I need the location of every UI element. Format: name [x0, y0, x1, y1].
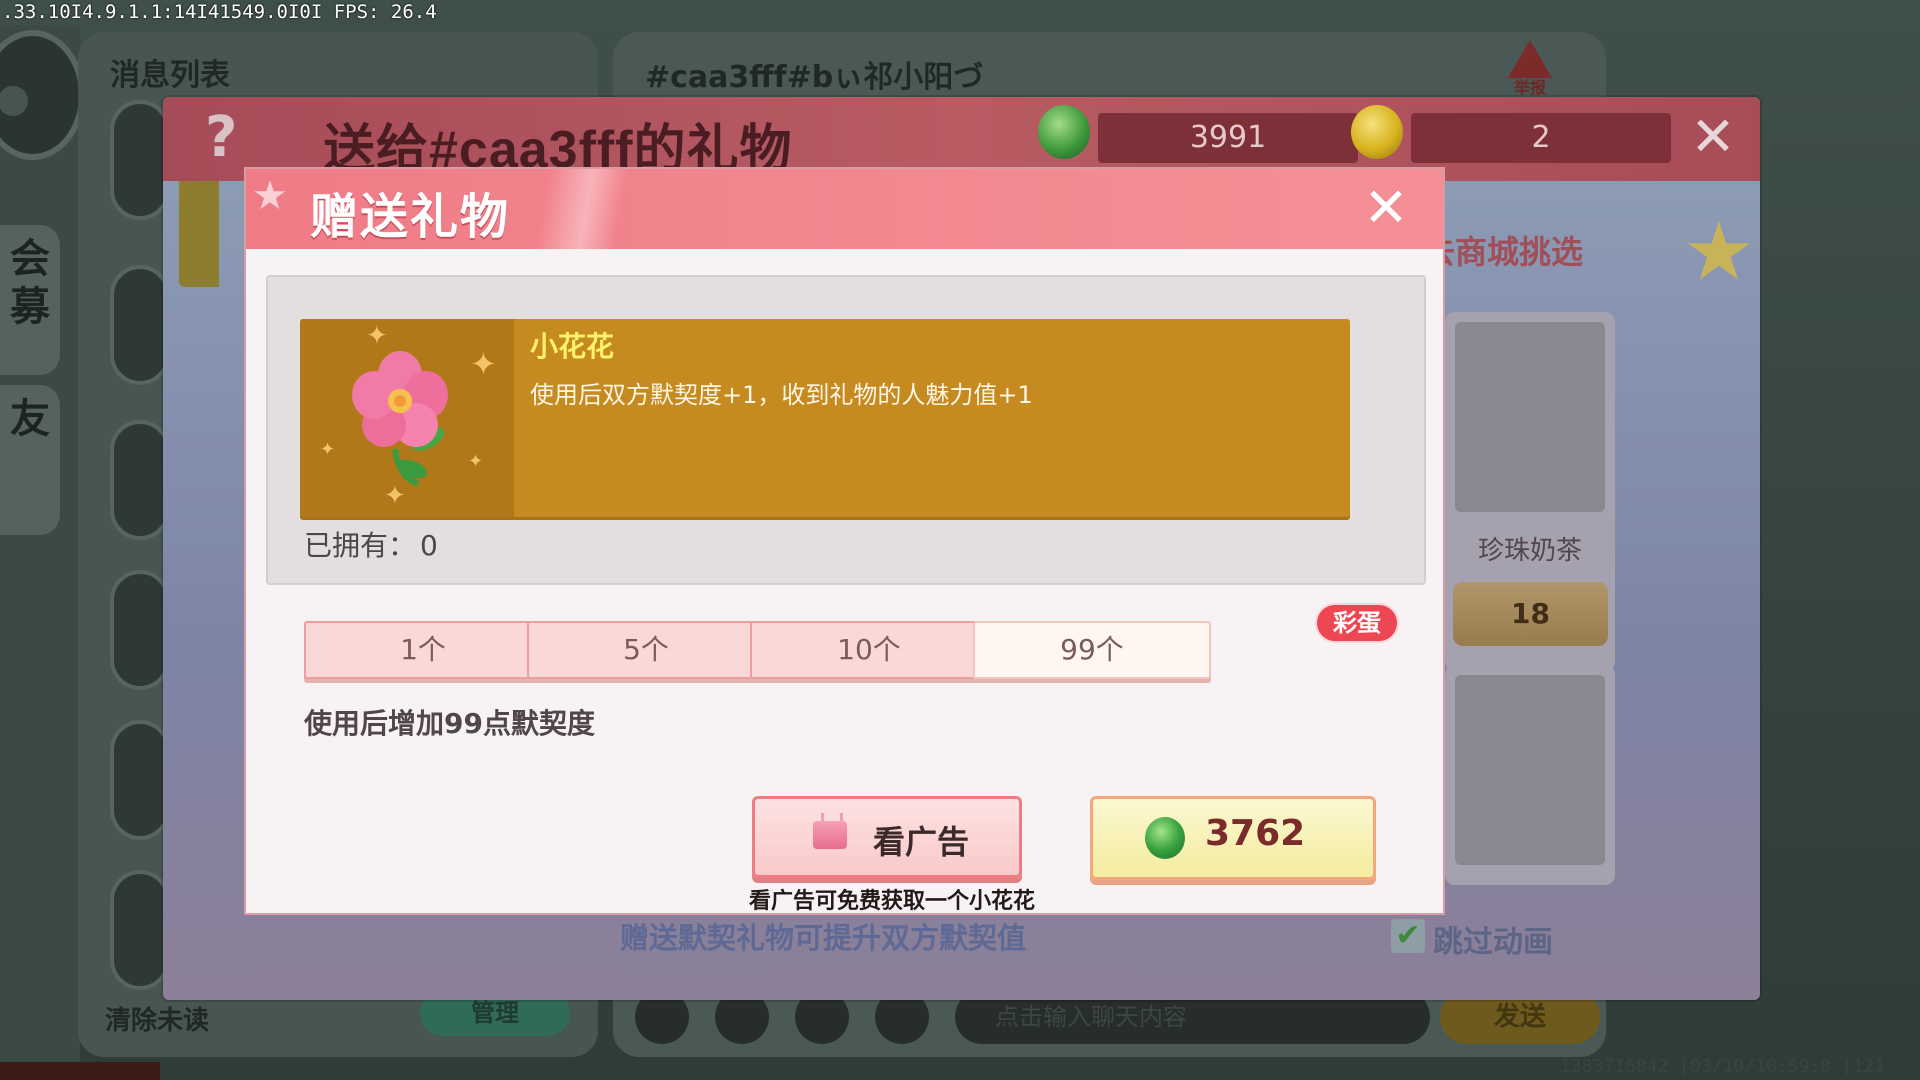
star-decoration-icon: ★ [1683, 205, 1755, 298]
buy-price: 3762 [1205, 813, 1306, 854]
friend-avatar[interactable] [110, 265, 170, 385]
watch-ad-button[interactable]: 看广告 [752, 796, 1022, 878]
friend-avatar[interactable] [110, 570, 170, 690]
friend-avatar[interactable] [110, 420, 170, 540]
skip-animation-checkbox[interactable]: ✔ [1391, 919, 1425, 953]
firework-icon [1455, 675, 1605, 865]
quantity-description: 使用后增加99点默契度 [304, 707, 595, 740]
gift-item-card[interactable] [1445, 665, 1615, 885]
friend-avatar-list [110, 100, 170, 990]
left-nav-strip [0, 25, 80, 1065]
gift-panel-close-icon[interactable]: ✕ [1683, 107, 1743, 167]
quantity-button-1[interactable]: 1个 [304, 621, 542, 679]
gift-icon-frame: ✦ ✦ ✦ ✦ ✦ [300, 319, 514, 517]
footer-id-text: 1383716842 [03/10/10:59:0 [121 [1560, 1056, 1886, 1077]
shop-pick-tab[interactable]: 去商城挑选 [1423, 227, 1583, 273]
friend-avatar[interactable] [110, 720, 170, 840]
milk-tea-icon [1455, 322, 1605, 512]
dialog-title: 赠送礼物 [310, 189, 511, 245]
quantity-button-10[interactable]: 10个 [750, 621, 988, 679]
gem-balance: 3991 [1098, 113, 1358, 163]
quantity-button-99[interactable]: 99个 [973, 621, 1211, 679]
gem-currency-icon [1038, 105, 1090, 159]
chat-title: #caa3fff#bぃ祁小阳づ [645, 60, 984, 95]
help-icon[interactable]: ? [205, 105, 237, 170]
gift-panel-hint: 赠送默契礼物可提升双方默契值 [620, 921, 1027, 955]
report-button[interactable]: 举报 [1505, 40, 1555, 97]
dialog-close-icon[interactable]: ✕ [1356, 175, 1416, 241]
flower-icon [352, 351, 448, 487]
owned-value: 0 [420, 529, 438, 562]
gift-card: ✦ ✦ ✦ ✦ ✦ 小花花 使用后双方默契度+1，收到礼物的人魅力值+1 [300, 319, 1350, 517]
gift-item-name: 珍珠奶茶 [1477, 536, 1582, 566]
watch-ad-hint: 看广告可免费获取一个小花花 [748, 889, 1035, 914]
bottom-strip [0, 1062, 160, 1080]
side-tab-friends-label: 友 [10, 396, 50, 442]
clear-unread-link[interactable]: 清除未读 [105, 1000, 209, 1037]
gift-panel-side-tab[interactable] [179, 177, 219, 287]
gift-item-card[interactable]: 珍珠奶茶 18 [1445, 312, 1615, 672]
send-gift-dialog: ★ 赠送礼物 ✕ ✦ ✦ ✦ ✦ ✦ 小花花 使用后双方默契度+1，收到礼物的人… [244, 167, 1445, 915]
buy-send-button[interactable]: 3762 [1090, 796, 1376, 880]
message-list-title: 消息列表 [110, 58, 230, 93]
friend-avatar[interactable] [110, 870, 170, 990]
gift-name: 小花花 [530, 330, 615, 363]
report-label: 举报 [1513, 78, 1546, 97]
watch-ad-label: 看广告 [873, 823, 970, 861]
owned-count: 已拥有： 0 [304, 524, 438, 564]
gift-description: 使用后双方默契度+1，收到礼物的人魅力值+1 [530, 381, 1033, 409]
tv-icon [813, 821, 847, 849]
debug-overlay: .33.10I4.9.1.1:14I41549.0I0I FPS: 26.4 [2, 1, 437, 23]
skip-animation-label[interactable]: 跳过动画 [1433, 917, 1553, 961]
coin-balance: 2 [1411, 113, 1671, 163]
warning-icon [1508, 40, 1552, 78]
dialog-header: ★ 赠送礼物 ✕ [246, 169, 1443, 249]
friend-avatar[interactable] [110, 100, 170, 220]
quantity-button-5[interactable]: 5个 [527, 621, 765, 679]
gem-icon [1145, 817, 1185, 859]
side-tab-recruit-label: 会 募 [10, 236, 50, 330]
side-tab-friends[interactable]: 友 [0, 385, 60, 535]
coin-currency-icon [1351, 105, 1403, 159]
easter-egg-badge: 彩蛋 [1315, 603, 1399, 643]
gift-item-price: 18 [1453, 582, 1608, 646]
side-tab-recruit[interactable]: 会 募 [0, 225, 60, 375]
owned-label: 已拥有： [304, 529, 417, 562]
star-decoration-icon: ★ [252, 173, 288, 219]
